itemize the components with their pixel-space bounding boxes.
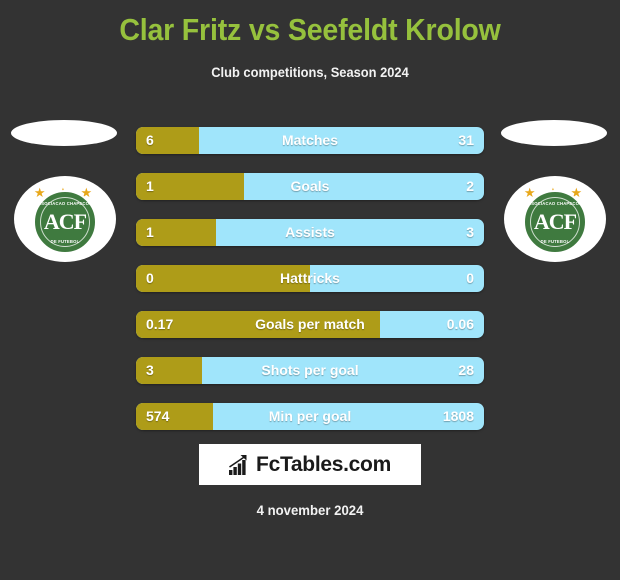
crest-arc-top-right: ASSOCIACAO CHAPECOENSE — [525, 201, 592, 206]
crest-oval-right: ★ ★ ★ ASSOCIACAO CHAPECOENSE ACF DE FUTE… — [504, 176, 606, 262]
stat-row-away-value: 2 — [466, 178, 474, 194]
crest-top-ellipse-left — [11, 120, 117, 146]
stat-row-label: Matches — [281, 132, 339, 148]
crest-arc-bottom-right: DE FUTEBOL — [540, 239, 570, 244]
infographic-page: Clar Fritz vs Seefeldt Krolow Club compe… — [0, 0, 620, 580]
fctables-brand-text: FcTables.com — [256, 452, 391, 476]
stat-row-away-value: 0 — [466, 270, 474, 286]
crest-oval-left: ★ ★ ★ ASSOCIACAO CHAPECOENSE ACF DE FUTE… — [14, 176, 116, 262]
crest-monogram-right: ACF — [533, 209, 577, 234]
stat-row-away-value: 0.06 — [446, 316, 474, 332]
stat-row: 1 Assists 3 — [136, 219, 484, 246]
stat-row: 0 Hattricks 0 — [136, 265, 484, 292]
stat-row: 3 Shots per goal 28 — [136, 357, 484, 384]
crest-arc-top-left: ASSOCIACAO CHAPECOENSE — [35, 201, 102, 206]
crest-monogram-left: ACF — [43, 209, 87, 234]
stat-row-away-value: 3 — [466, 224, 474, 240]
stat-row-label: Assists — [285, 224, 335, 240]
stat-row: 6 Matches 31 — [136, 127, 484, 154]
stat-comparison-bars: 6 Matches 31 1 Goals 2 1 Assists 3 0 Hattricks 0 0.1… — [136, 127, 484, 449]
crest-arc-bottom-left: DE FUTEBOL — [50, 239, 80, 244]
stat-row-label: Goals — [290, 178, 330, 194]
stat-row-away-value: 31 — [458, 132, 474, 148]
stat-row-label: Shots per goal — [261, 362, 359, 378]
fctables-brand-logo[interactable]: FcTables.com — [199, 444, 421, 485]
crest-inner-circle-right: ASSOCIACAO CHAPECOENSE ACF DE FUTEBOL — [523, 190, 592, 254]
stat-row: 1 Goals 2 — [136, 173, 484, 200]
page-title: Clar Fritz vs Seefeldt Krolow — [119, 12, 501, 47]
stat-row-label: Goals per match — [255, 316, 365, 332]
footer-date: 4 november 2024 — [256, 502, 364, 518]
stat-row: 0.17 Goals per match 0.06 — [136, 311, 484, 338]
bar-chart-growth-icon — [229, 454, 251, 475]
crest-inner-circle-left: ASSOCIACAO CHAPECOENSE ACF DE FUTEBOL — [33, 190, 102, 254]
crest-top-ellipse-right — [501, 120, 607, 146]
page-subtitle: Club competitions, Season 2024 — [211, 64, 409, 80]
stat-row-label: Min per goal — [268, 408, 352, 424]
stat-row-away-value: 1808 — [442, 408, 474, 424]
stat-row-away-value: 28 — [458, 362, 474, 378]
stat-row-label: Hattricks — [280, 270, 340, 286]
home-club-crest: ★ ★ ★ ASSOCIACAO CHAPECOENSE ACF DE FUTE… — [5, 118, 125, 268]
stat-row: 574 Min per goal 1808 — [136, 403, 484, 430]
away-club-crest: ★ ★ ★ ASSOCIACAO CHAPECOENSE ACF DE FUTE… — [495, 118, 615, 268]
